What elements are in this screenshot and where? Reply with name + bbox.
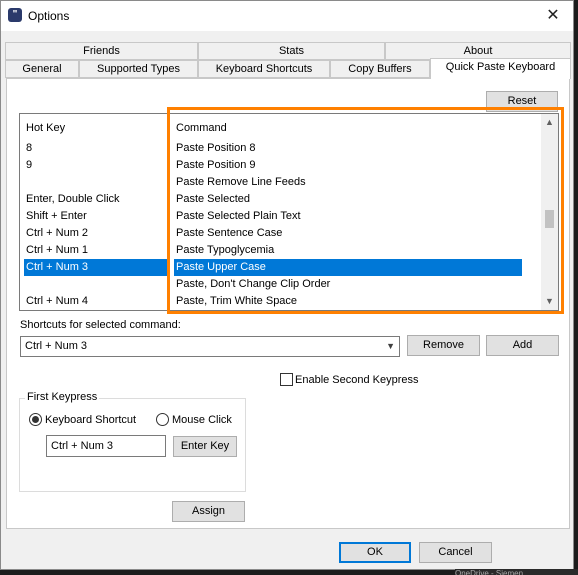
tab-general[interactable]: General xyxy=(5,60,79,78)
command-cell[interactable]: Paste Position 8 xyxy=(176,140,522,157)
hotkey-cell[interactable]: 8 xyxy=(26,140,166,157)
scroll-down-icon[interactable]: ▼ xyxy=(541,293,558,310)
shortcut-dropdown-value: Ctrl + Num 3 xyxy=(25,340,88,352)
mouse-click-radio[interactable] xyxy=(156,413,169,426)
shortcut-dropdown[interactable]: Ctrl + Num 3 ▼ xyxy=(20,336,400,357)
command-cell[interactable]: Paste, Trim White Space xyxy=(176,293,522,310)
shortcut-list[interactable]: Hot Key Command 8 9 Enter, Double Click … xyxy=(19,113,559,311)
ok-button[interactable]: OK xyxy=(339,542,411,563)
hotkey-cell[interactable]: 9 xyxy=(26,157,166,174)
hotkey-column-header[interactable]: Hot Key xyxy=(26,122,65,134)
scroll-thumb[interactable] xyxy=(545,210,554,228)
hotkey-cell[interactable]: Ctrl + Num 2 xyxy=(26,225,166,242)
app-logo-icon: " xyxy=(8,8,22,22)
tab-quick-paste-keyboard[interactable]: Quick Paste Keyboard xyxy=(430,58,571,79)
window-title: Options xyxy=(28,9,70,23)
enable-second-keypress-label[interactable]: Enable Second Keypress xyxy=(295,374,419,386)
hotkey-cell-selected[interactable]: Ctrl + Num 3 xyxy=(24,259,170,276)
command-cell[interactable]: Paste Typoglycemia xyxy=(176,242,522,259)
reset-button[interactable]: Reset xyxy=(486,91,558,112)
mouse-click-label[interactable]: Mouse Click xyxy=(172,414,232,426)
keyboard-shortcut-radio[interactable] xyxy=(29,413,42,426)
keyboard-shortcut-label[interactable]: Keyboard Shortcut xyxy=(45,414,136,426)
first-keypress-title: First Keypress xyxy=(25,391,100,403)
remove-button[interactable]: Remove xyxy=(407,335,480,356)
hotkey-cell[interactable]: Enter, Double Click xyxy=(26,191,166,208)
enter-key-button[interactable]: Enter Key xyxy=(173,436,237,457)
enable-second-keypress-checkbox[interactable] xyxy=(280,373,293,386)
cancel-button[interactable]: Cancel xyxy=(419,542,492,563)
tab-friends[interactable]: Friends xyxy=(5,42,198,60)
hotkey-cell[interactable]: Ctrl + Num 4 xyxy=(26,293,166,310)
assign-button[interactable]: Assign xyxy=(172,501,245,522)
tab-stats[interactable]: Stats xyxy=(198,42,385,60)
chevron-down-icon[interactable]: ▼ xyxy=(386,337,395,356)
hotkey-cell[interactable] xyxy=(26,174,166,191)
scroll-up-icon[interactable]: ▲ xyxy=(541,114,558,131)
tab-keyboard-shortcuts[interactable]: Keyboard Shortcuts xyxy=(198,60,330,78)
command-cell[interactable]: Paste, Don't Change Clip Order xyxy=(176,276,522,293)
hotkey-cell[interactable]: Ctrl + Num 1 xyxy=(26,242,166,259)
command-column-header[interactable]: Command xyxy=(176,122,227,134)
tab-supported-types[interactable]: Supported Types xyxy=(79,60,198,78)
tab-copy-buffers[interactable]: Copy Buffers xyxy=(330,60,430,78)
command-cell-selected[interactable]: Paste Upper Case xyxy=(174,259,522,276)
title-bar: " Options ✕ xyxy=(1,1,573,31)
command-cell[interactable]: Paste Selected Plain Text xyxy=(176,208,522,225)
shortcuts-label: Shortcuts for selected command: xyxy=(20,319,181,331)
taskbar-fragment: OneDrive - Siemen xyxy=(455,569,578,575)
key-input[interactable]: Ctrl + Num 3 xyxy=(46,435,166,457)
close-button[interactable]: ✕ xyxy=(533,1,573,31)
options-dialog: " Options ✕ Friends Stats About General … xyxy=(0,0,574,570)
list-scrollbar[interactable]: ▲ ▼ xyxy=(541,114,558,310)
hotkey-cell[interactable]: Shift + Enter xyxy=(26,208,166,225)
command-cell[interactable]: Paste Sentence Case xyxy=(176,225,522,242)
hotkey-cell[interactable] xyxy=(26,276,166,293)
command-cell[interactable]: Paste Remove Line Feeds xyxy=(176,174,522,191)
command-cell[interactable]: Paste Selected xyxy=(176,191,522,208)
add-button[interactable]: Add xyxy=(486,335,559,356)
command-cell[interactable]: Paste Position 9 xyxy=(176,157,522,174)
